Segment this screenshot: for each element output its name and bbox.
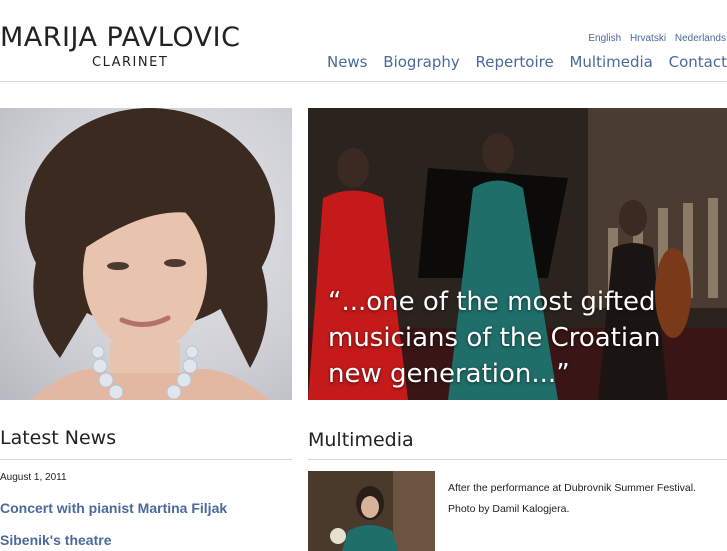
nav-contact[interactable]: Contact (669, 53, 727, 71)
concert-photo: “...one of the most gifted musicians of … (308, 108, 727, 400)
header-divider (0, 81, 727, 82)
quote-line-3: new generation...” (328, 359, 570, 389)
nav-multimedia[interactable]: Multimedia (569, 53, 652, 71)
hero-quote: “...one of the most gifted musicians of … (328, 284, 661, 392)
multimedia-heading: Multimedia (308, 429, 414, 451)
nav-repertoire[interactable]: Repertoire (476, 53, 554, 71)
multimedia-caption: After the performance at Dubrovnik Summe… (448, 482, 697, 494)
news-divider (0, 459, 292, 460)
quote-line-2: musicians of the Croatian (328, 323, 661, 353)
news-link-concert[interactable]: Concert with pianist Martina Filjak (0, 500, 227, 516)
site-title: MARIJA PAVLOVIC (0, 22, 241, 53)
main-nav: News Biography Repertoire Multimedia Con… (316, 53, 727, 71)
latest-news-heading: Latest News (0, 427, 117, 449)
thumbnail-illustration (308, 471, 435, 551)
site-logo[interactable]: MARIJA PAVLOVIC CLARINET (0, 22, 241, 70)
multimedia-divider (308, 459, 727, 460)
news-link-sibenik[interactable]: Sibenik's theatre (0, 532, 111, 548)
multimedia-thumbnail[interactable] (308, 471, 435, 551)
site-subtitle: CLARINET (92, 55, 169, 70)
lang-nederlands[interactable]: Nederlands (675, 33, 726, 44)
lang-english[interactable]: English (588, 33, 621, 44)
nav-news[interactable]: News (327, 53, 368, 71)
nav-biography[interactable]: Biography (383, 53, 459, 71)
lang-hrvatski[interactable]: Hrvatski (630, 33, 666, 44)
language-switcher: English Hrvatski Nederlands (582, 33, 726, 44)
news-date: August 1, 2011 (0, 472, 67, 483)
quote-line-1: “...one of the most gifted (328, 287, 656, 317)
multimedia-credit: Photo by Damil Kalogjera. (448, 503, 570, 515)
portrait-photo (0, 108, 292, 400)
portrait-illustration (25, 108, 275, 400)
